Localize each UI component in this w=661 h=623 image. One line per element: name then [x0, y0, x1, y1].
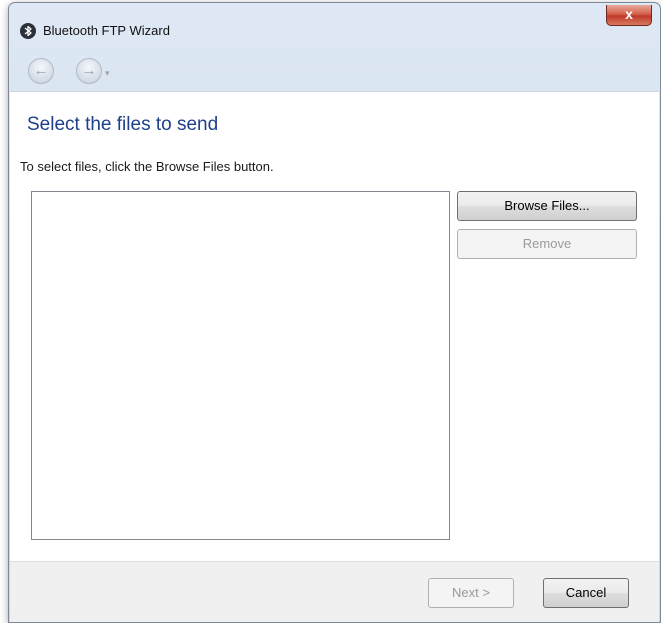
instruction-text: To select files, click the Browse Files …	[20, 159, 274, 174]
next-button[interactable]: Next >	[428, 578, 514, 608]
chevron-down-icon[interactable]: ▾	[105, 68, 110, 79]
window-title: Bluetooth FTP Wizard	[43, 23, 170, 38]
file-list[interactable]	[31, 191, 450, 540]
navigation-bar: ← → ▾	[9, 55, 660, 91]
close-button[interactable]: x	[606, 5, 652, 26]
browse-files-button[interactable]: Browse Files...	[457, 191, 637, 221]
cancel-button[interactable]: Cancel	[543, 578, 629, 608]
page-title: Select the files to send	[27, 114, 219, 135]
forward-arrow-icon[interactable]: →	[76, 58, 102, 84]
remove-button[interactable]: Remove	[457, 229, 637, 259]
bluetooth-icon	[20, 23, 36, 39]
back-arrow-icon[interactable]: ←	[28, 58, 54, 84]
title-bar: Bluetooth FTP Wizard x	[9, 3, 660, 55]
